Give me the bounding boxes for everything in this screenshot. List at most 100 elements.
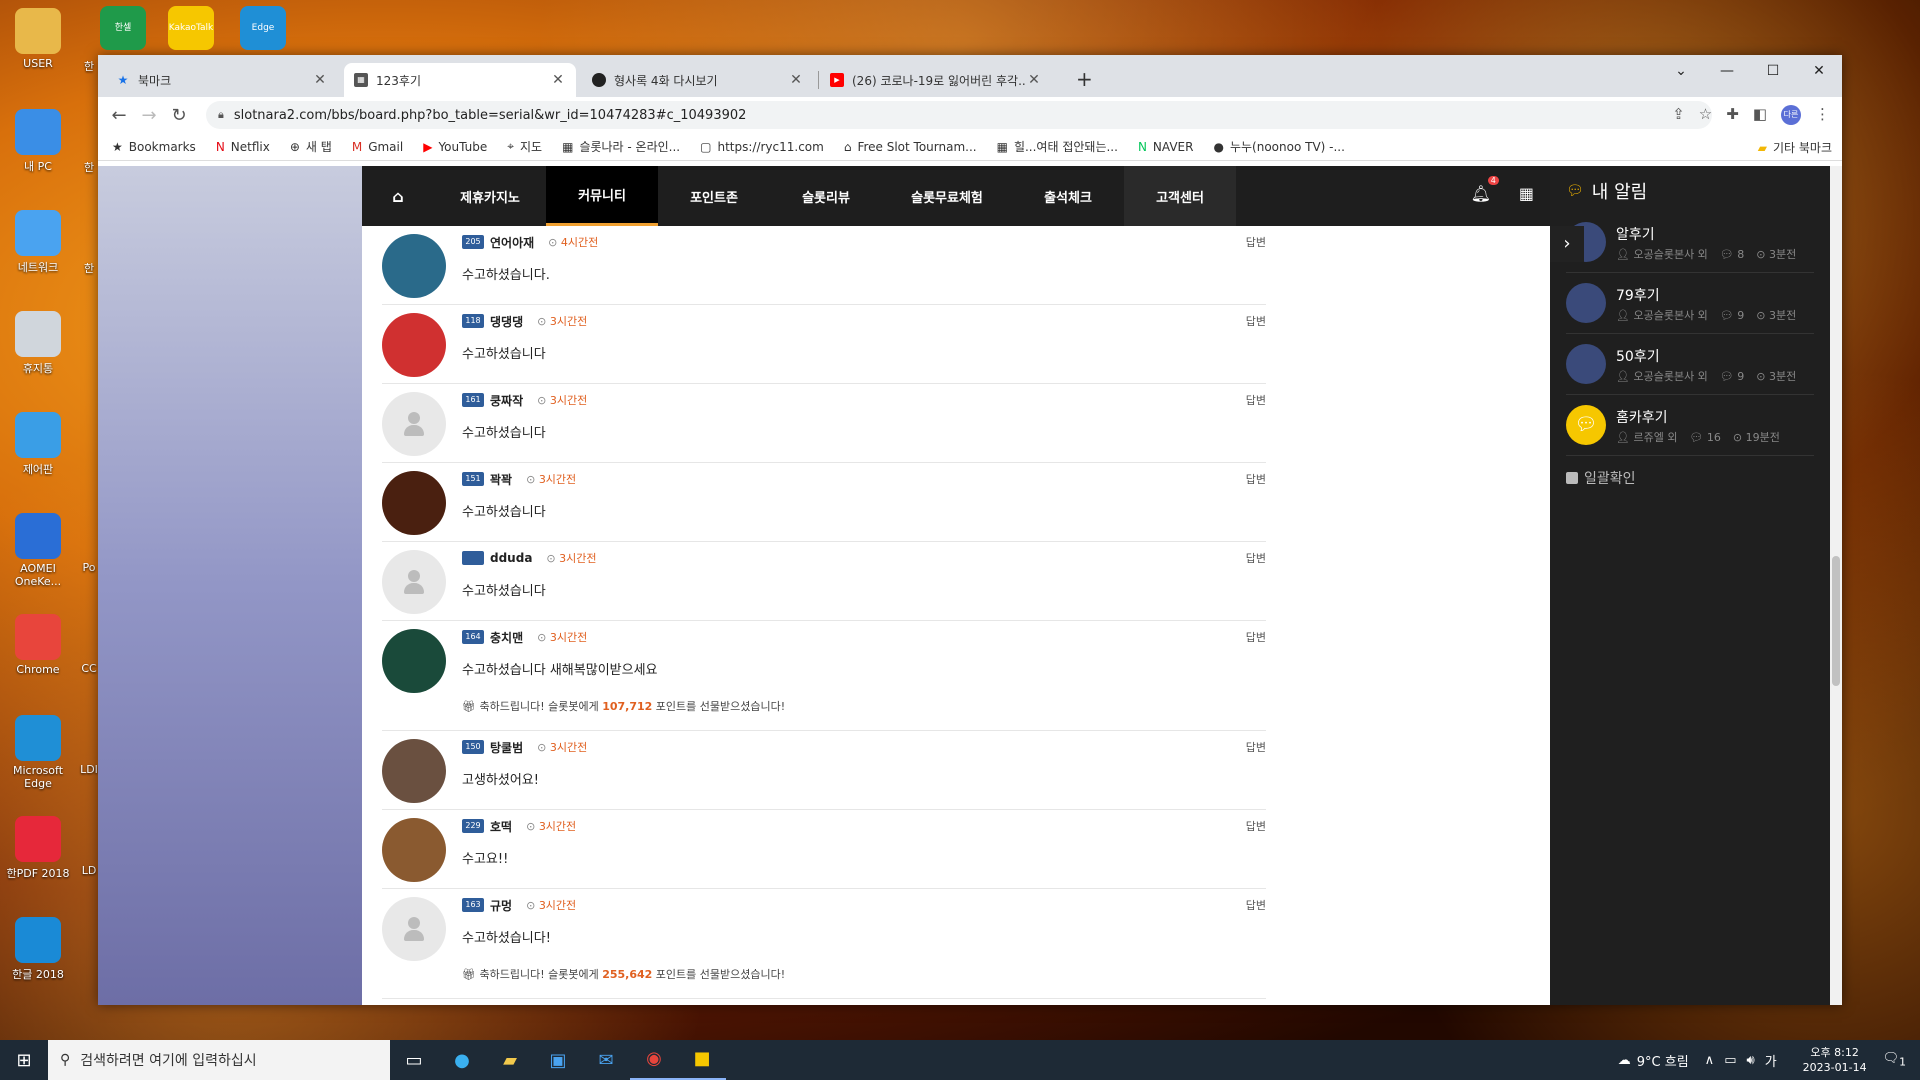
extensions-icon[interactable]: ✚ — [1726, 105, 1739, 125]
grid-menu-icon[interactable]: ▦ — [1519, 184, 1534, 203]
nickname[interactable]: 연어아재 — [490, 234, 534, 251]
nickname[interactable]: dduda — [490, 551, 532, 565]
avatar[interactable] — [382, 550, 446, 614]
profile-avatar[interactable]: 다른 — [1781, 105, 1801, 125]
avatar[interactable] — [382, 234, 446, 298]
bookmark-item[interactable]: ⌖ 지도 — [507, 138, 542, 155]
nickname[interactable]: 규멍 — [490, 897, 512, 914]
nav-item[interactable]: 포인트존 — [658, 166, 770, 226]
avatar[interactable] — [382, 471, 446, 535]
avatar[interactable] — [382, 392, 446, 456]
forward-button[interactable]: → — [134, 105, 164, 126]
store-icon[interactable]: ▣ — [534, 1050, 582, 1071]
reply-button[interactable]: 답변 — [1246, 471, 1266, 487]
back-button[interactable]: ← — [104, 105, 134, 126]
tab-bookmarks[interactable]: ★ 북마크 ✕ — [106, 63, 338, 97]
notification-center-icon[interactable]: 🗨︎1 — [1883, 1051, 1906, 1069]
bookmark-star-icon[interactable]: ☆ — [1699, 105, 1712, 125]
nickname[interactable]: 댕댕댕 — [490, 313, 523, 330]
network-icon[interactable]: ▭ — [1724, 1053, 1736, 1068]
bookmark-item[interactable]: ● 누누(noonoo TV) -... — [1213, 138, 1344, 155]
tab-youtube[interactable]: ▶ (26) 코로나-19로 잃어버린 후각... ✕ — [820, 63, 1052, 97]
desktop-icon[interactable]: 내 PC — [0, 109, 76, 174]
bookmark-item[interactable]: ⌂ Free Slot Tournam... — [844, 140, 977, 154]
close-icon[interactable]: ✕ — [550, 72, 566, 88]
nickname[interactable]: 탕쿨범 — [490, 739, 523, 756]
bookmark-item[interactable]: ▦ 슬롯나라 - 온라인... — [562, 138, 680, 155]
home-icon[interactable]: ⌂ — [362, 166, 434, 226]
ime-icon[interactable]: 가 — [1765, 1051, 1777, 1070]
desktop-top-app-icon[interactable]: Edge — [240, 6, 286, 50]
file-explorer-icon[interactable]: ▰ — [486, 1050, 534, 1071]
nickname[interactable]: 호떡 — [490, 818, 512, 835]
bookmark-item[interactable]: N NAVER — [1138, 140, 1194, 154]
desktop-top-app-icon[interactable]: KakaoTalk — [168, 6, 214, 50]
bookmark-item[interactable]: ▢ https://ryc11.com — [700, 140, 824, 154]
bookmark-item[interactable]: M Gmail — [352, 140, 403, 154]
bookmark-item[interactable]: N Netflix — [216, 140, 270, 154]
nickname[interactable]: 충치맨 — [490, 629, 523, 646]
panel-toggle-chevron-icon[interactable]: › — [1550, 226, 1584, 262]
close-icon[interactable]: ✕ — [788, 72, 804, 88]
reply-button[interactable]: 답변 — [1246, 739, 1266, 755]
minimize-button[interactable]: — — [1704, 55, 1750, 87]
reply-button[interactable]: 답변 — [1246, 550, 1266, 566]
avatar[interactable] — [382, 629, 446, 693]
other-bookmarks[interactable]: ▰ 기타 북마크 — [1758, 139, 1832, 156]
tab-active-review[interactable]: ▦ 123후기 ✕ — [344, 63, 576, 97]
bookmark-item[interactable]: ▦ 힐...여태 접안돼는... — [997, 138, 1118, 155]
nav-item[interactable]: 출석체크 — [1012, 166, 1124, 226]
tab-drama[interactable]: 형사록 4화 다시보기 ✕ — [582, 63, 814, 97]
bell-icon[interactable]: 🔔︎ 4 — [1471, 176, 1499, 203]
avatar[interactable] — [382, 818, 446, 882]
reply-button[interactable]: 답변 — [1246, 234, 1266, 250]
nickname[interactable]: 쿵짜작 — [490, 392, 523, 409]
notification-item[interactable]: 알후기 👤︎ 오공슬롯본사 외 💬︎ 8 ⊙ 3분전 — [1566, 212, 1814, 273]
reply-button[interactable]: 답변 — [1246, 897, 1266, 913]
chrome-icon[interactable]: ◉ — [630, 1040, 678, 1080]
desktop-top-app-icon[interactable]: 한셀 — [100, 6, 146, 50]
desktop-icon[interactable]: USER — [0, 8, 76, 70]
avatar[interactable] — [382, 739, 446, 803]
taskbar-search-input[interactable]: ⚲ 검색하려면 여기에 입력하십시 — [48, 1040, 390, 1080]
reload-button[interactable]: ↻ — [164, 105, 194, 126]
menu-icon[interactable]: ⋮ — [1815, 105, 1830, 125]
nickname[interactable]: 꽉꽉 — [490, 471, 512, 488]
desktop-icon[interactable]: Microsoft Edge — [0, 715, 76, 790]
tab-search-icon[interactable]: ⌄ — [1658, 55, 1704, 87]
bookmark-item[interactable]: ★ Bookmarks — [112, 140, 196, 154]
share-icon[interactable]: ⇪ — [1672, 105, 1685, 125]
nav-item[interactable]: 제휴카지노 — [434, 166, 546, 226]
scrollbar-thumb[interactable] — [1832, 556, 1840, 686]
desktop-icon[interactable]: 한글 2018 — [0, 917, 76, 982]
nav-item[interactable]: 커뮤니티 — [546, 166, 658, 226]
page-scrollbar[interactable] — [1830, 166, 1842, 1005]
chevron-up-icon[interactable]: ∧ — [1705, 1053, 1715, 1068]
kakaotalk-icon[interactable]: ■ — [678, 1040, 726, 1080]
desktop-icon[interactable]: 네트워크 — [0, 210, 76, 275]
check-all-button[interactable]: 일괄확인 — [1566, 468, 1814, 488]
desktop-icon[interactable]: 한PDF 2018 — [0, 816, 76, 881]
desktop-icon[interactable]: AOMEI OneKe... — [0, 513, 76, 588]
edge-icon[interactable]: ● — [438, 1050, 486, 1071]
notification-item[interactable]: 79후기 👤︎ 오공슬롯본사 외 💬︎ 9 ⊙ 3분전 — [1566, 273, 1814, 334]
mail-icon[interactable]: ✉ — [582, 1050, 630, 1071]
notification-item[interactable]: 💬︎ 홈카후기 👤︎ 르쥬엘 외 💬︎ 16 ⊙ 19분전 — [1566, 395, 1814, 456]
close-icon[interactable]: ✕ — [1026, 72, 1042, 88]
close-icon[interactable]: ✕ — [312, 72, 328, 88]
reply-button[interactable]: 답변 — [1246, 629, 1266, 645]
reply-button[interactable]: 답변 — [1246, 392, 1266, 408]
notification-item[interactable]: 50후기 👤︎ 오공슬롯본사 외 💬︎ 9 ⊙ 3분전 — [1566, 334, 1814, 395]
sidepanel-icon[interactable]: ◧ — [1753, 105, 1767, 125]
desktop-icon[interactable]: Chrome — [0, 614, 76, 676]
avatar[interactable] — [382, 313, 446, 377]
reply-button[interactable]: 답변 — [1246, 818, 1266, 834]
bookmark-item[interactable]: ▶ YouTube — [423, 140, 487, 154]
close-window-button[interactable]: ✕ — [1796, 55, 1842, 87]
url-input[interactable]: 🔒︎ slotnara2.com/bbs/board.php?bo_table=… — [206, 101, 1712, 129]
bookmark-item[interactable]: ⊕ 새 탭 — [290, 138, 332, 155]
maximize-button[interactable]: ☐ — [1750, 55, 1796, 87]
nav-item[interactable]: 고객센터 — [1124, 166, 1236, 226]
nav-item[interactable]: 슬롯리뷰 — [770, 166, 882, 226]
volume-icon[interactable]: 🔊︎ — [1746, 1053, 1754, 1068]
